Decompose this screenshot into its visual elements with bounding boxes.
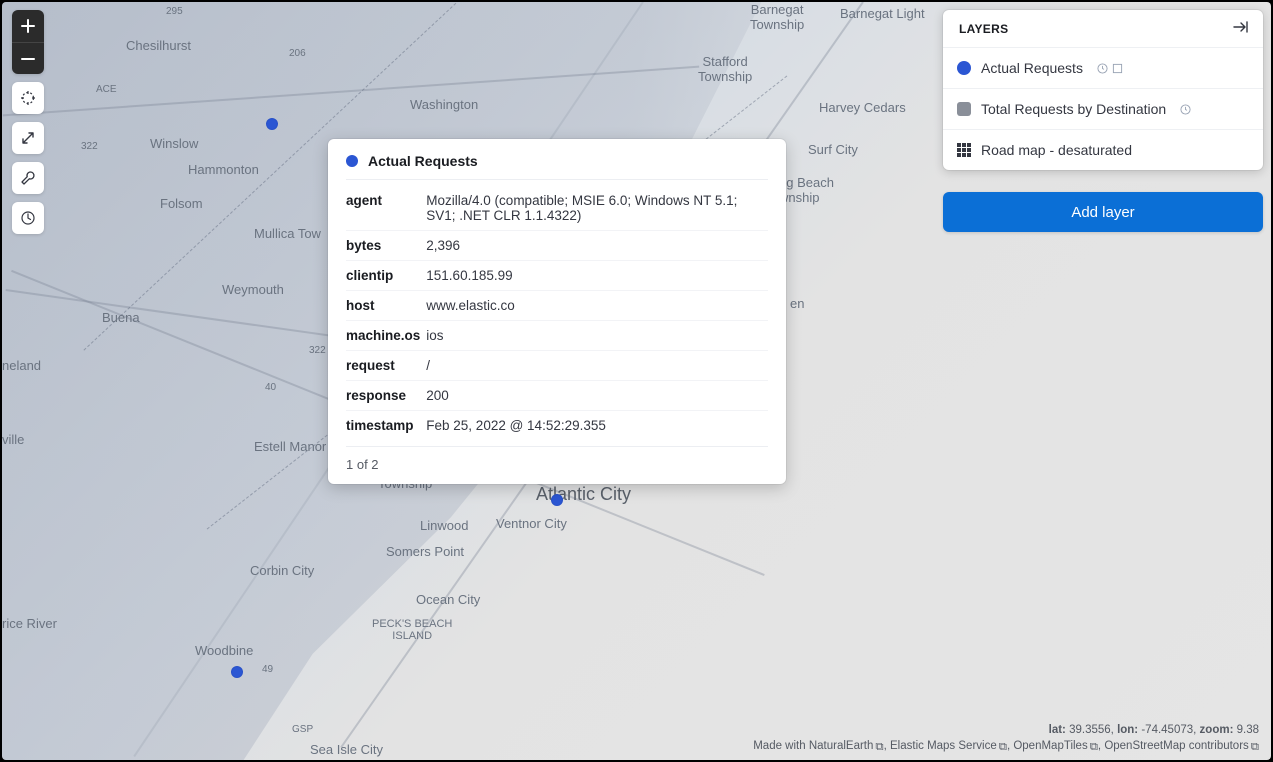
collapse-right-icon [1233, 20, 1249, 34]
collapse-panel-button[interactable] [1233, 20, 1249, 37]
property-key: bytes [346, 231, 426, 261]
external-link-icon: ⧉ [1090, 741, 1098, 754]
data-point[interactable] [551, 494, 563, 506]
layer-item-total-requests[interactable]: Total Requests by Destination [943, 89, 1263, 130]
square-filled-icon [957, 102, 971, 116]
circle-icon [346, 155, 358, 167]
tooltip-title: Actual Requests [368, 153, 478, 169]
property-value: ios [426, 321, 768, 351]
expand-button[interactable] [12, 122, 44, 154]
minus-icon [21, 52, 35, 66]
property-value: 2,396 [426, 231, 768, 261]
data-point[interactable] [231, 666, 243, 678]
place-label: Ventnor City [496, 516, 567, 531]
table-row: response200 [346, 381, 768, 411]
layer-item-label: Total Requests by Destination [981, 101, 1166, 117]
place-label: Sea Isle City [310, 742, 383, 757]
attribution-link-naturalearth[interactable]: NaturalEarth⧉ [809, 740, 884, 752]
property-key: timestamp [346, 411, 426, 441]
table-row: clientip151.60.185.99 [346, 261, 768, 291]
property-value: 200 [426, 381, 768, 411]
tooltip-pagination: 1 of 2 [346, 446, 768, 472]
clock-icon [1097, 63, 1108, 74]
property-key: request [346, 351, 426, 381]
place-label: en [790, 296, 804, 311]
table-row: timestampFeb 25, 2022 @ 14:52:29.355 [346, 411, 768, 441]
zoom-out-button[interactable] [12, 42, 44, 74]
layers-panel-header: LAYERS [943, 10, 1263, 48]
property-key: agent [346, 186, 426, 231]
property-value: www.elastic.co [426, 291, 768, 321]
crosshair-icon [20, 90, 36, 106]
attribution-link-ems[interactable]: Elastic Maps Service⧉ [890, 740, 1007, 752]
layers-panel-title: LAYERS [959, 22, 1008, 36]
table-row: agentMozilla/4.0 (compatible; MSIE 6.0; … [346, 186, 768, 231]
property-key: response [346, 381, 426, 411]
property-key: host [346, 291, 426, 321]
attribution-link-openmaptiles[interactable]: OpenMapTiles⧉ [1013, 740, 1098, 752]
layer-item-road-map[interactable]: Road map - desaturated [943, 130, 1263, 170]
layer-item-label: Road map - desaturated [981, 142, 1132, 158]
wrench-icon [20, 170, 36, 186]
tools-button[interactable] [12, 162, 44, 194]
place-label: Harvey Cedars [819, 100, 906, 115]
table-row: machine.osios [346, 321, 768, 351]
place-label: PECK'S BEACH ISLAND [372, 618, 452, 642]
map-footer: lat: 39.3556, lon: -74.45073, zoom: 9.38… [753, 720, 1259, 754]
square-icon [1112, 63, 1123, 74]
tooltip-properties-table: agentMozilla/4.0 (compatible; MSIE 6.0; … [346, 186, 768, 440]
circle-icon [957, 61, 971, 75]
property-value: 151.60.185.99 [426, 261, 768, 291]
external-link-icon: ⧉ [1251, 741, 1259, 754]
fit-to-data-button[interactable] [12, 82, 44, 114]
external-link-icon: ⧉ [999, 741, 1007, 754]
globe-clock-icon [20, 210, 36, 226]
add-layer-button[interactable]: Add layer [943, 192, 1263, 232]
table-row: bytes2,396 [346, 231, 768, 261]
property-key: machine.os [346, 321, 426, 351]
property-value: Mozilla/4.0 (compatible; MSIE 6.0; Windo… [426, 186, 768, 231]
place-label: Surf City [808, 142, 858, 157]
plus-icon [21, 19, 35, 33]
layers-panel: LAYERS Actual Requests Total Requests by… [943, 10, 1263, 170]
route-badge: GSP [292, 724, 313, 735]
table-row: request/ [346, 351, 768, 381]
expand-arrows-icon [20, 130, 36, 146]
attribution-line: Made with NaturalEarth⧉, Elastic Maps Se… [753, 740, 1259, 754]
table-row: hostwww.elastic.co [346, 291, 768, 321]
external-link-icon: ⧉ [875, 741, 883, 754]
tooltip-header: Actual Requests [346, 153, 768, 180]
property-value: Feb 25, 2022 @ 14:52:29.355 [426, 411, 768, 441]
property-value: / [426, 351, 768, 381]
zoom-in-button[interactable] [12, 10, 44, 42]
map-canvas[interactable]: Chesilhurst Winslow Hammonton Folsom Mul… [2, 2, 1271, 760]
timeslider-button[interactable] [12, 202, 44, 234]
attribution-link-osm[interactable]: OpenStreetMap contributors⧉ [1104, 740, 1259, 752]
property-key: clientip [346, 261, 426, 291]
coordinates-readout: lat: 39.3556, lon: -74.45073, zoom: 9.38 [753, 724, 1259, 736]
layer-item-label: Actual Requests [981, 60, 1083, 76]
grid-icon [957, 143, 971, 157]
place-label: ng Beach wnship [779, 175, 834, 205]
map-toolbar [12, 10, 44, 234]
feature-tooltip: Actual Requests agentMozilla/4.0 (compat… [328, 139, 786, 484]
clock-icon [1180, 104, 1191, 115]
data-point[interactable] [266, 118, 278, 130]
layer-item-actual-requests[interactable]: Actual Requests [943, 48, 1263, 89]
